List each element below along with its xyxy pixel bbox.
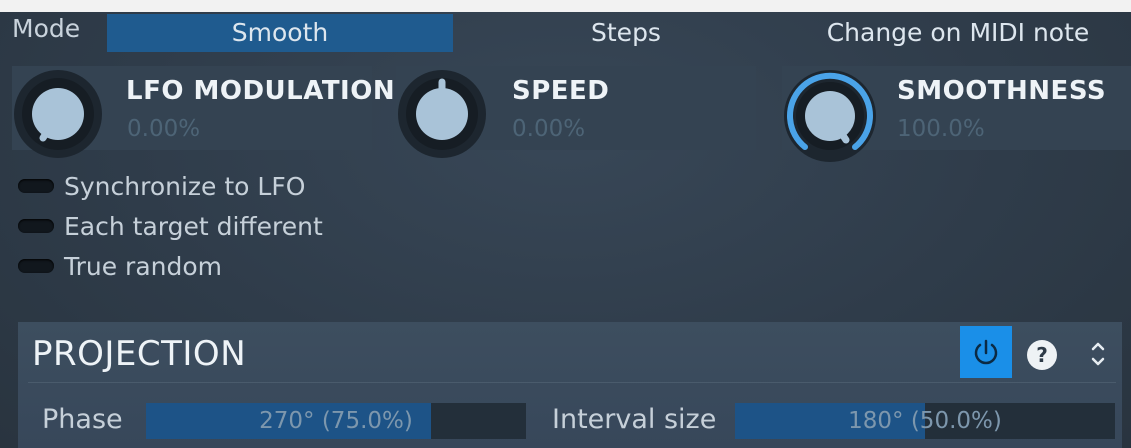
smoothness-title: SMOOTHNESS	[897, 76, 1107, 106]
interval-size-slider[interactable]: 180° (50.0%)	[735, 403, 1115, 439]
power-button[interactable]	[960, 326, 1012, 378]
power-icon	[974, 339, 998, 365]
phase-label: Phase	[42, 404, 123, 435]
synchronize-to-lfo-toggle[interactable]: Synchronize to LFO	[18, 168, 305, 204]
smoothness-knob[interactable]	[780, 66, 880, 166]
mode-option-steps[interactable]: Steps	[453, 14, 799, 52]
true-random-toggle[interactable]: True random	[18, 248, 222, 284]
divider	[28, 382, 1116, 383]
speed-knob[interactable]	[394, 66, 490, 162]
toggle-label: Synchronize to LFO	[64, 171, 306, 201]
mode-option-change-on-midi-note[interactable]: Change on MIDI note	[799, 14, 1117, 52]
toggle-switch[interactable]	[18, 219, 54, 233]
toggle-label: Each target different	[64, 211, 323, 241]
phase-slider[interactable]: 270° (75.0%)	[146, 403, 526, 439]
top-edge	[0, 0, 1131, 12]
phase-value: 270° (75.0%)	[259, 408, 413, 434]
expand-collapse-button[interactable]	[1082, 334, 1114, 374]
mode-selector: Smooth Steps Change on MIDI note	[107, 14, 1117, 52]
lfo-modulation-knob[interactable]	[10, 66, 106, 162]
mode-label: Mode	[12, 14, 81, 43]
interval-size-value: 180° (50.0%)	[848, 408, 1002, 434]
toggle-switch[interactable]	[18, 259, 54, 273]
toggle-switch[interactable]	[18, 179, 54, 193]
speed-value: 0.00%	[512, 116, 586, 142]
smoothness-value: 100.0%	[897, 116, 985, 142]
each-target-different-toggle[interactable]: Each target different	[18, 208, 323, 244]
chevron-up-down-icon	[1091, 342, 1105, 366]
help-button[interactable]: ?	[1027, 340, 1057, 370]
toggle-label: True random	[64, 251, 223, 281]
mode-option-smooth[interactable]: Smooth	[107, 14, 453, 52]
lfo-modulation-value: 0.00%	[127, 116, 201, 142]
lfo-modulation-title: LFO MODULATION	[126, 76, 396, 106]
projection-title: PROJECTION	[32, 334, 247, 374]
speed-title: SPEED	[512, 76, 610, 106]
interval-size-label: Interval size	[552, 404, 717, 435]
